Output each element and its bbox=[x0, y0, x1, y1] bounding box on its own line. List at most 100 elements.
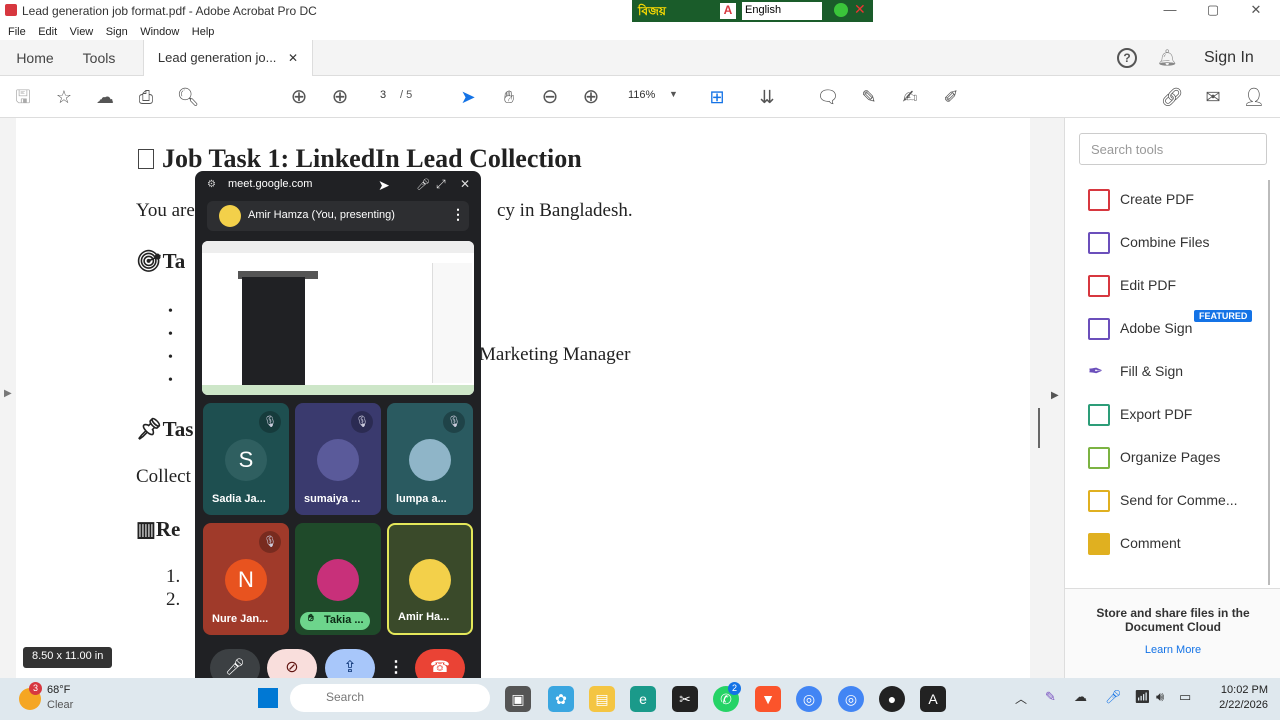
zoom-dropdown-icon[interactable]: ▼ bbox=[669, 89, 678, 99]
export-pdf-icon bbox=[1088, 404, 1110, 426]
zoom-out-icon[interactable]: ⊖ bbox=[537, 84, 563, 110]
participant-avatar bbox=[317, 439, 359, 481]
microphone-tray-icon[interactable]: 🎤︎ bbox=[1105, 689, 1122, 705]
capcut-icon[interactable]: ✂ bbox=[672, 686, 698, 712]
participant-name: lumpa a... bbox=[396, 493, 447, 505]
volume-icon[interactable]: 🔊︎ bbox=[1156, 689, 1164, 705]
page-display-icon[interactable]: ⊞ bbox=[704, 84, 730, 110]
scroll-mode-icon[interactable]: ⇊ bbox=[754, 84, 780, 110]
site-settings-icon[interactable]: ⚙ bbox=[207, 179, 216, 190]
close-tab-icon[interactable]: ✕ bbox=[288, 51, 298, 65]
pip-mic-icon[interactable]: 🎤︎ bbox=[416, 178, 430, 191]
previous-page-icon[interactable]: ⊕ bbox=[286, 84, 312, 110]
left-pane-toggle[interactable]: ▶ bbox=[0, 118, 16, 678]
tool-organize-pages[interactable]: Organize Pages bbox=[1088, 445, 1278, 471]
clock-date[interactable]: 2/22/2026 bbox=[1198, 699, 1268, 711]
pen-icon[interactable]: ✎ bbox=[1045, 689, 1056, 705]
ime-toolbar: বিজয় A English ✕ bbox=[632, 0, 873, 22]
help-icon[interactable]: ? bbox=[1117, 48, 1137, 68]
participant-tile[interactable]: 🎙︎ S Sadia Ja... bbox=[203, 403, 289, 515]
tool-send-for-comments[interactable]: Send for Comme... bbox=[1088, 488, 1278, 514]
presenter-more-icon[interactable]: ⋮ bbox=[451, 206, 465, 223]
collapse-right-icon[interactable]: ▶ bbox=[1051, 390, 1059, 401]
scrollbar-thumb[interactable] bbox=[1038, 408, 1040, 448]
bell-icon[interactable]: 🔔︎ bbox=[1157, 48, 1177, 68]
zoom-level[interactable]: 116% bbox=[628, 89, 655, 101]
ime-close-icon[interactable]: ✕ bbox=[854, 1, 866, 18]
save-icon[interactable]: 🖫︎ bbox=[10, 84, 36, 110]
sign-icon[interactable]: ✐ bbox=[938, 84, 964, 110]
clock-time[interactable]: 10:02 PM bbox=[1208, 684, 1268, 696]
tool-comment[interactable]: Comment bbox=[1088, 531, 1278, 557]
tool-edit-pdf[interactable]: Edit PDF bbox=[1088, 273, 1278, 299]
taskbar-search[interactable]: Search bbox=[290, 684, 490, 712]
select-cursor-icon[interactable]: ➤ bbox=[455, 84, 481, 110]
tool-create-pdf[interactable]: Create PDF bbox=[1088, 187, 1278, 213]
ime-language-select[interactable]: English bbox=[742, 2, 822, 20]
close-window-button[interactable]: ✕ bbox=[1241, 2, 1271, 18]
brave-icon[interactable]: ▼ bbox=[755, 686, 781, 712]
tab-tools[interactable]: Tools bbox=[70, 40, 128, 76]
battery-icon[interactable]: ▭ bbox=[1179, 689, 1191, 705]
menu-window[interactable]: Window bbox=[140, 26, 179, 38]
participant-tile[interactable]: 🎙︎ lumpa a... bbox=[387, 403, 473, 515]
obs-icon[interactable]: ● bbox=[879, 686, 905, 712]
participant-tile[interactable]: 🎙︎ N Nure Jan... bbox=[203, 523, 289, 635]
acrobat-taskbar-icon[interactable]: A bbox=[920, 686, 946, 712]
right-pane-toggle[interactable]: ▶ bbox=[1046, 118, 1064, 678]
expand-left-icon[interactable]: ▶ bbox=[4, 388, 12, 399]
menu-view[interactable]: View bbox=[70, 26, 94, 38]
edge-icon[interactable]: e bbox=[630, 686, 656, 712]
tool-fill-sign[interactable]: ✒ Fill & Sign bbox=[1088, 359, 1278, 385]
taskbar: 3 68°F Clear Search ▣ ✿ ▤ e ✂ ✆ 2 ▼ ◎ ◎ … bbox=[0, 678, 1280, 720]
menu-help[interactable]: Help bbox=[192, 26, 215, 38]
pip-close-icon[interactable]: ✕ bbox=[460, 177, 470, 191]
chrome-icon[interactable]: ◎ bbox=[796, 686, 822, 712]
participant-tile-self[interactable]: Amir Ha... bbox=[387, 523, 473, 635]
page-number-input[interactable]: 3 bbox=[372, 89, 394, 101]
upload-cloud-icon[interactable]: ☁ bbox=[92, 84, 118, 110]
tool-export-pdf[interactable]: Export PDF bbox=[1088, 402, 1278, 428]
menu-sign[interactable]: Sign bbox=[106, 26, 128, 38]
comment-icon[interactable]: 🗨︎ bbox=[815, 84, 841, 110]
bookmark-star-icon[interactable]: ☆ bbox=[51, 84, 77, 110]
draw-icon[interactable]: ✍︎ bbox=[897, 84, 923, 110]
tab-document[interactable]: Lead generation jo... ✕ bbox=[143, 40, 313, 76]
sign-in-link[interactable]: Sign In bbox=[1204, 49, 1254, 67]
wifi-icon[interactable]: 📶︎ bbox=[1134, 689, 1151, 705]
chrome-profile-icon[interactable]: ◎ bbox=[838, 686, 864, 712]
search-tools-input[interactable]: Search tools bbox=[1079, 133, 1267, 165]
email-icon[interactable]: ✉ bbox=[1200, 84, 1226, 110]
highlight-pen-icon[interactable]: ✎ bbox=[856, 84, 882, 110]
document-scrollbar[interactable] bbox=[1030, 118, 1046, 678]
tool-combine-files[interactable]: Combine Files bbox=[1088, 230, 1278, 256]
find-icon[interactable]: 🔍︎ bbox=[175, 84, 201, 110]
windows-start-icon[interactable] bbox=[258, 688, 278, 708]
next-page-icon[interactable]: ⊕ bbox=[327, 84, 353, 110]
menu-edit[interactable]: Edit bbox=[38, 26, 57, 38]
meet-pip-window[interactable]: ⚙ meet.google.com ➤ 🎤︎ ⤢ ✕ Amir Hamza (Y… bbox=[195, 171, 481, 694]
ime-globe-icon[interactable] bbox=[834, 3, 848, 17]
print-icon[interactable]: ⎙ bbox=[133, 84, 159, 110]
show-hidden-icons[interactable]: ︿ bbox=[1015, 690, 1027, 707]
back-to-tab-icon[interactable]: ⤢ bbox=[436, 177, 446, 192]
learn-more-link[interactable]: Learn More bbox=[1065, 644, 1280, 656]
participant-tile[interactable]: 🎙︎ sumaiya ... bbox=[295, 403, 381, 515]
onedrive-icon[interactable]: ☁ bbox=[1074, 689, 1087, 705]
add-user-icon[interactable]: 👤︎ bbox=[1241, 84, 1267, 110]
task-view-icon[interactable]: ▣ bbox=[505, 686, 531, 712]
zoom-in-icon[interactable]: ⊕ bbox=[578, 84, 604, 110]
participant-tile[interactable]: ✋︎ Takia ... bbox=[295, 523, 381, 635]
maximize-button[interactable]: ▢ bbox=[1198, 2, 1228, 18]
screen-share-preview[interactable] bbox=[202, 241, 474, 395]
tab-home[interactable]: Home bbox=[0, 40, 70, 76]
widgets-icon[interactable]: ✿ bbox=[548, 686, 574, 712]
minimize-button[interactable]: — bbox=[1155, 2, 1185, 17]
share-link-icon[interactable]: 🔗︎ bbox=[1159, 84, 1185, 110]
hand-tool-icon[interactable]: ✋︎ bbox=[496, 84, 522, 110]
menu-file[interactable]: File bbox=[8, 26, 26, 38]
weather-badge: 3 bbox=[29, 682, 42, 695]
speaking-indicator: ✋︎ Takia ... bbox=[300, 612, 370, 630]
file-explorer-icon[interactable]: ▤ bbox=[589, 686, 615, 712]
toolbar: 🖫︎ ☆ ☁ ⎙ 🔍︎ ⊕ ⊕ 3 / 5 ➤ ✋︎ ⊖ ⊕ 116% ▼ ⊞ … bbox=[0, 76, 1280, 118]
